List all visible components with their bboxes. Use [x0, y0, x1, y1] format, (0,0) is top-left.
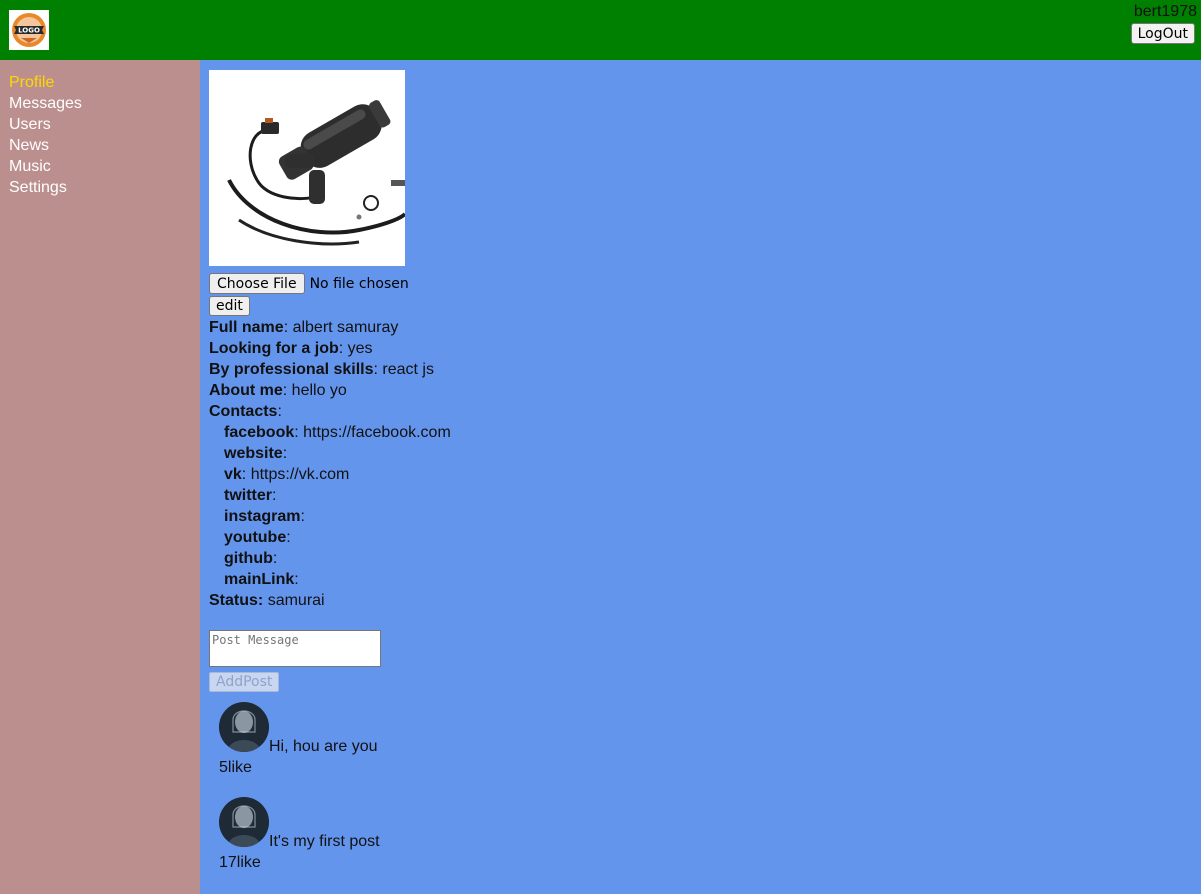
- likes-count: 17: [219, 854, 237, 871]
- skills-row: By professional skills: react js: [209, 361, 434, 378]
- sidebar-link-news[interactable]: News: [9, 137, 49, 154]
- skills-value: react js: [382, 361, 434, 378]
- sidebar-link-users[interactable]: Users: [9, 116, 51, 133]
- sidebar-nav: Profile Messages Users News Music Settin…: [0, 60, 200, 198]
- sidebar-item-profile: Profile: [9, 72, 200, 93]
- contact-name: mainLink: [224, 571, 295, 588]
- contact-value: https://vk.com: [250, 466, 350, 483]
- full-name-value: albert samuray: [292, 319, 399, 336]
- profile-info: Full name: albert samuray Looking for a …: [209, 317, 451, 611]
- post-text: It's my first post: [269, 833, 380, 850]
- logout-button[interactable]: LogOut: [1130, 23, 1195, 44]
- main-content: Choose File No file chosen edit Full nam…: [200, 60, 1201, 894]
- status-row: Status: samurai: [209, 590, 451, 611]
- pump-photo-image: [209, 70, 405, 266]
- sidebar: Profile Messages Users News Music Settin…: [0, 60, 200, 894]
- edit-button[interactable]: edit: [209, 296, 250, 316]
- contact-name: github: [224, 550, 273, 567]
- post-line: It's my first post: [219, 797, 519, 850]
- contact-name: youtube: [224, 529, 287, 546]
- sidebar-item-settings: Settings: [9, 177, 200, 198]
- sidebar-item-news: News: [9, 135, 200, 156]
- contact-name: twitter: [224, 487, 272, 504]
- contact-name: facebook: [224, 424, 295, 441]
- sidebar-link-settings[interactable]: Settings: [9, 179, 67, 196]
- full-name-label: Full name: [209, 319, 284, 336]
- add-post-button[interactable]: AddPost: [209, 672, 280, 692]
- logo-badge-icon: LOGO: [12, 13, 46, 47]
- contact-youtube: youtube:: [224, 529, 291, 546]
- about-row: About me: hello yo: [209, 382, 347, 399]
- avatar: [219, 702, 269, 752]
- contact-twitter: twitter:: [224, 487, 277, 504]
- file-upload: Choose File No file chosen: [209, 273, 409, 294]
- job-label: Looking for a job: [209, 340, 339, 357]
- post-text: Hi, hou are you: [269, 738, 378, 755]
- sidebar-link-music[interactable]: Music: [9, 158, 51, 175]
- contact-name: website: [224, 445, 283, 462]
- contacts-row: Contacts:: [209, 403, 282, 420]
- contact-name: instagram: [224, 508, 301, 525]
- status-label: Status:: [209, 592, 264, 609]
- job-value: yes: [347, 340, 373, 357]
- status-value[interactable]: samurai: [268, 592, 325, 609]
- logo-text: LOGO: [18, 27, 40, 35]
- username: bert1978: [1133, 3, 1197, 20]
- post-likes: 5like: [219, 757, 519, 778]
- post-item: It's my first post 17like: [219, 797, 519, 873]
- skills-label: By professional skills: [209, 361, 374, 378]
- full-name-row: Full name: albert samuray: [209, 319, 399, 336]
- job-row: Looking for a job: yes: [209, 340, 373, 357]
- sidebar-link-profile[interactable]: Profile: [9, 74, 54, 91]
- contact-name: vk: [224, 466, 242, 483]
- contact-value: https://facebook.com: [303, 424, 451, 441]
- contact-vk: vk: https://vk.com: [224, 466, 350, 483]
- contact-instagram: instagram:: [224, 508, 305, 525]
- avatar-image: [219, 702, 269, 752]
- contact-github: github:: [224, 550, 278, 567]
- post-line: Hi, hou are you: [219, 702, 519, 755]
- contact-website: website:: [224, 445, 288, 462]
- about-value: hello yo: [291, 382, 347, 399]
- sidebar-item-users: Users: [9, 114, 200, 135]
- sidebar-item-messages: Messages: [9, 93, 200, 114]
- likes-suffix[interactable]: like: [228, 759, 252, 776]
- about-label: About me: [209, 382, 283, 399]
- post-likes: 17like: [219, 852, 519, 873]
- profile-photo: [209, 70, 405, 266]
- header: LOGO bert1978 LogOut: [0, 0, 1201, 60]
- avatar: [219, 797, 269, 847]
- likes-count: 5: [219, 759, 228, 776]
- avatar-image: [219, 797, 269, 847]
- contact-facebook: facebook: https://facebook.com: [224, 424, 451, 441]
- contact-mainlink: mainLink:: [224, 571, 299, 588]
- choose-file-button[interactable]: Choose File: [209, 273, 305, 294]
- sidebar-item-music: Music: [9, 156, 200, 177]
- sidebar-link-messages[interactable]: Messages: [9, 95, 82, 112]
- likes-suffix[interactable]: like: [237, 854, 261, 871]
- file-status: No file chosen: [309, 275, 409, 292]
- post-item: Hi, hou are you 5like: [219, 702, 519, 778]
- contacts-label: Contacts: [209, 403, 278, 420]
- logo[interactable]: LOGO: [9, 10, 49, 50]
- post-message-input[interactable]: [209, 630, 381, 667]
